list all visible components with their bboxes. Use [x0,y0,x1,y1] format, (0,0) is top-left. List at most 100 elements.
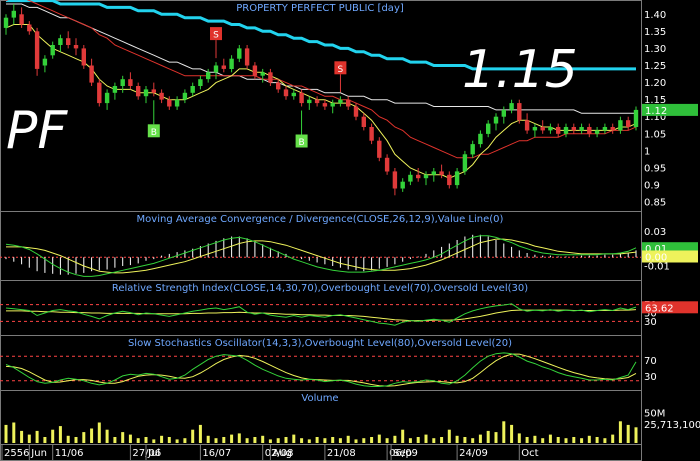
candle-body [377,140,382,158]
volume-bar [121,432,125,443]
candle-body [252,65,258,76]
candle-body [431,171,436,175]
volume-bar [97,422,101,443]
volume-bar [548,434,552,443]
candle-body [229,58,234,69]
candle-body [416,174,421,179]
candle-body [167,99,172,107]
candle-body [136,86,141,97]
volume-bar [237,433,241,443]
date-axis-label: Jul [147,448,160,459]
volume-bar [603,438,607,443]
candle-body [579,127,584,131]
candle-body [556,127,561,134]
candle-body [58,38,63,45]
volume-bar [136,438,140,443]
volume-bar [160,435,164,443]
candle-body [66,38,71,45]
candle-body [361,116,366,127]
volume-bar [370,437,374,443]
date-axis-label: 2556 [4,448,29,459]
volume-bar [338,438,342,443]
stoch-tick-label: 30 [644,372,657,383]
price-tick-label: 0.85 [644,198,666,209]
candle-body [276,82,281,90]
price-tick-label: 1.40 [644,10,666,21]
volume-bar [276,438,280,443]
candle-body [462,154,468,172]
candle-body [517,103,522,121]
candle-body [19,14,24,25]
candle-body [610,127,615,131]
candle-body [120,79,125,86]
price-tick-label: 0.95 [644,164,666,175]
candle-body [322,103,328,107]
volume-bar [113,437,117,443]
candle-body [626,120,631,127]
volume-bar [595,437,599,443]
candle-body [81,48,86,66]
volume-bar [230,434,234,443]
date-axis-label: Sep [393,448,412,459]
volume-bar [245,438,249,443]
volume-bar [66,435,70,443]
volume-bar [393,435,397,443]
volume-bar [346,435,350,443]
volume-bar [152,439,156,443]
volume-bar [307,439,311,443]
volume-bar [144,437,148,443]
candle-body [128,79,133,86]
candle-body [618,120,623,131]
candle-body [3,17,9,28]
volume-bar [377,434,381,443]
sell-signal-label: S [213,31,219,41]
volume-bar [611,434,615,443]
rsi-panel-title: Relative Strength Index(CLOSE,14,30,70),… [112,283,528,294]
volume-bar [424,434,428,443]
volume-bar [471,438,475,443]
candle-body [159,92,164,100]
candle-body [221,65,226,69]
volume-bar [128,434,132,443]
price-tick-label: 1.35 [644,27,666,38]
volume-bar [27,434,31,443]
candle-body [206,72,211,80]
stoch-tick-label: 70 [644,356,657,367]
volume-bar [198,424,202,443]
volume-bar [478,434,482,443]
volume-bar [82,432,86,443]
candle-body [143,89,149,97]
date-axis-label: Jun [30,448,47,459]
candle-body [524,120,530,131]
candle-body [369,127,374,141]
candle-body [182,92,188,100]
candle-body [408,174,413,182]
price-tick-label: 1.30 [644,44,666,55]
volume-tick-label: 50M [644,408,665,419]
candle-body [50,45,55,56]
candle-body [89,65,94,83]
date-axis-label: 21/08 [327,448,356,459]
candle-body [602,127,608,131]
volume-bar [214,438,218,443]
volume-bar [90,428,94,443]
volume-bar [74,437,78,443]
candle-body [190,86,195,93]
volume-bar [20,430,24,443]
candle-body [447,174,452,186]
candle-body [423,174,429,179]
price-tick-label: 1.25 [644,61,666,72]
volume-bar [416,437,420,443]
candle-body [548,127,553,131]
volume-last-label: 25,713,100 [644,420,700,431]
volume-bar [447,429,451,443]
volume-bar [385,438,389,443]
candle-body [587,127,592,134]
volume-bar [183,438,187,443]
stock-chart: PROPERTY PERFECT PUBLIC [day] Moving Ave… [0,0,700,461]
candle-body [237,48,242,59]
volume-bar [517,433,521,443]
candle-body [486,123,491,134]
volume-bar [494,432,498,443]
volume-bar [564,438,568,443]
